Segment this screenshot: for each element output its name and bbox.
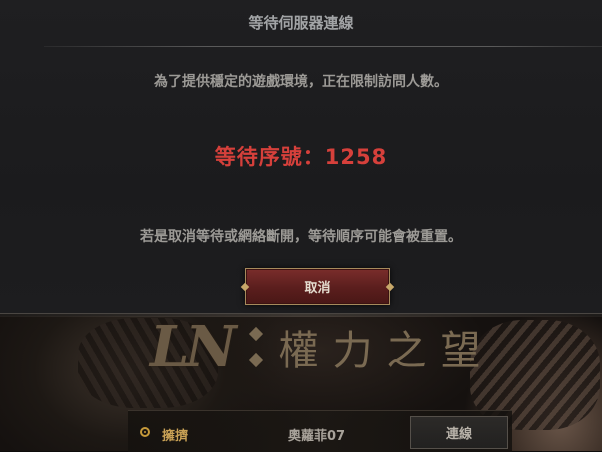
dialog-message-bottom: 若是取消等待或網絡斷開，等待順序可能會被重置。 <box>140 229 462 245</box>
logo-mark: LN <box>150 314 237 380</box>
ring-icon <box>140 427 150 437</box>
queue-dialog: 等待伺服器連線 為了提供穩定的遊戲環境，正在限制訪問人數。 等待序號：1258 … <box>0 0 602 317</box>
dialog-title: 等待伺服器連線 <box>248 14 354 32</box>
server-status-label: 擁擠 <box>162 429 189 444</box>
cancel-button[interactable]: 取消 <box>240 268 395 305</box>
game-logo: LN 權力之望 <box>150 312 495 382</box>
button-ornament-left <box>240 282 250 291</box>
logo-text: 權力之望 <box>278 328 495 374</box>
connect-button[interactable]: 連線 <box>410 416 508 449</box>
button-ornament-right <box>385 282 395 291</box>
queue-number: 等待序號：1258 <box>214 145 388 169</box>
cancel-button-label: 取消 <box>304 281 331 296</box>
title-divider <box>44 46 602 47</box>
character-name: 奧蘿菲07 <box>288 429 346 444</box>
logo-separator <box>248 326 263 368</box>
dialog-message-top: 為了提供穩定的遊戲環境，正在限制訪問人數。 <box>154 74 448 90</box>
